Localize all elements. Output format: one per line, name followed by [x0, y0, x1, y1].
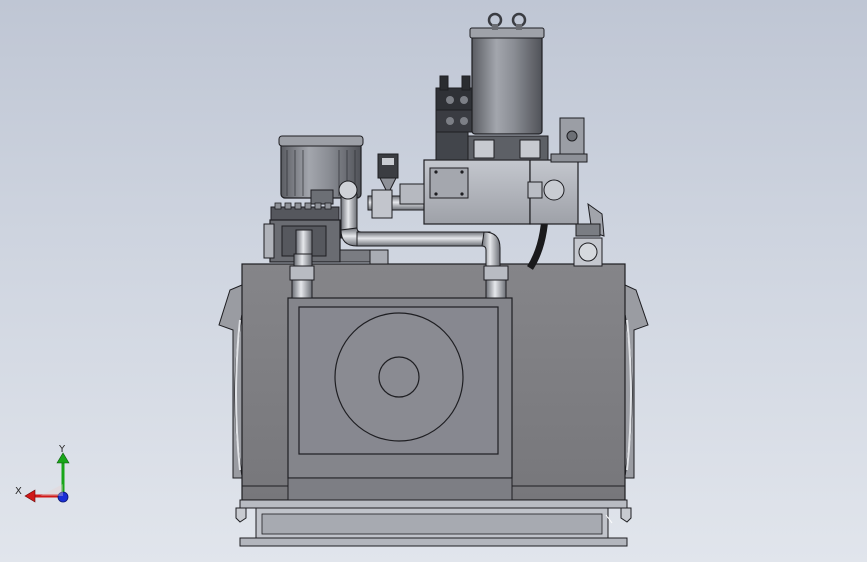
reservoir-tank[interactable]: [218, 263, 649, 501]
inspection-cover-inner: [378, 356, 420, 398]
triad-axes: [24, 452, 70, 503]
accumulator-cylinder[interactable]: [469, 12, 545, 135]
x-axis-arrowhead: [24, 489, 36, 503]
graphics-viewport[interactable]: X Y: [0, 0, 867, 562]
hydraulic-power-unit-model[interactable]: [0, 0, 867, 562]
y-axis-label: Y: [59, 444, 66, 455]
coordinate-triad[interactable]: X Y: [10, 436, 80, 508]
base-skid[interactable]: [235, 499, 632, 547]
x-axis-label: X: [15, 486, 22, 497]
